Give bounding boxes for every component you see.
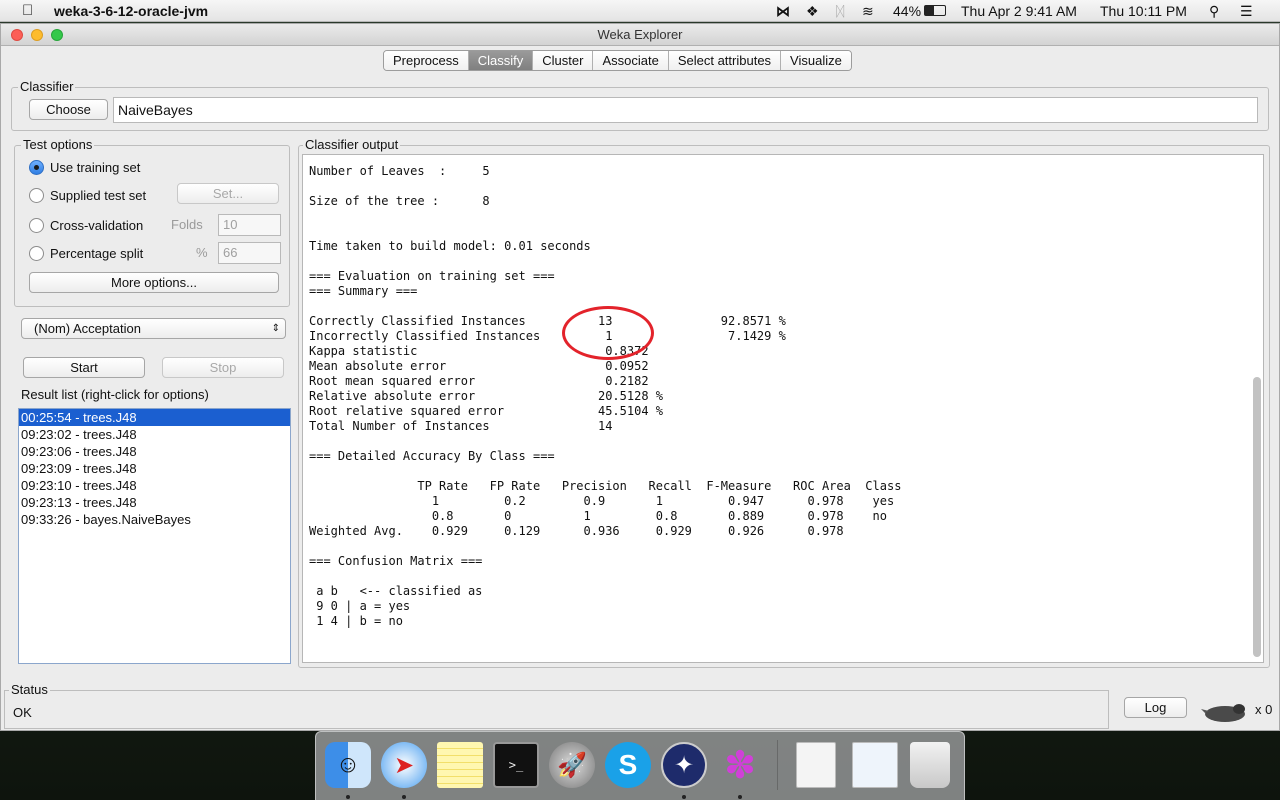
result-item[interactable]: 09:23:13 - trees.J48 xyxy=(19,494,290,511)
notification-center-icon[interactable]: ☰ xyxy=(1240,3,1253,20)
test-options-label: Test options xyxy=(21,137,95,153)
trash-icon[interactable] xyxy=(910,742,950,788)
main-tabs: Preprocess Classify Cluster Associate Se… xyxy=(383,50,852,71)
tab-select-attributes[interactable]: Select attributes xyxy=(668,51,782,70)
classifier-name-field[interactable]: NaiveBayes xyxy=(113,97,1258,123)
title-bar[interactable]: Weka Explorer xyxy=(1,24,1279,46)
menu-bar:  weka-3-6-12-oracle-jvm ⋈ ❖ ᛞ ≋ 44% Thu… xyxy=(0,0,1280,22)
status-text: OK xyxy=(13,705,32,720)
percent-label: % xyxy=(196,245,208,260)
running-indicator xyxy=(402,795,406,799)
more-options-button[interactable]: More options... xyxy=(29,272,279,293)
folds-label: Folds xyxy=(171,217,203,232)
battery-percent[interactable]: 44% xyxy=(893,3,921,19)
percentage-split-input[interactable]: 66 xyxy=(218,242,281,264)
tab-preprocess[interactable]: Preprocess xyxy=(384,51,469,70)
status-icon[interactable]: ⋈ xyxy=(776,3,790,20)
class-attribute-select[interactable]: (Nom) Acceptation ⇕ xyxy=(21,318,286,339)
percentage-split-radio[interactable]: Percentage split xyxy=(29,243,143,263)
spotlight-search-icon[interactable]: ⚲ xyxy=(1209,3,1219,20)
window-title: Weka Explorer xyxy=(597,27,683,42)
running-indicator xyxy=(682,795,686,799)
tab-classify[interactable]: Classify xyxy=(468,51,534,70)
date-time-primary[interactable]: Thu Apr 2 9:41 AM xyxy=(961,3,1077,19)
output-scrollbar[interactable] xyxy=(1252,159,1261,659)
radio-unchecked-icon[interactable] xyxy=(29,245,44,261)
result-list[interactable]: 00:25:54 - trees.J48 09:23:02 - trees.J4… xyxy=(18,408,291,664)
safari-icon[interactable]: ➤ xyxy=(381,742,427,788)
result-item[interactable]: 09:23:02 - trees.J48 xyxy=(19,426,290,443)
result-item[interactable]: 09:33:26 - bayes.NaiveBayes xyxy=(19,511,290,528)
classifier-output-text: Number of Leaves : 5 Size of the tree : … xyxy=(309,164,902,628)
supplied-test-set-radio[interactable]: Supplied test set xyxy=(29,185,146,205)
app-name[interactable]: weka-3-6-12-oracle-jvm xyxy=(54,3,208,19)
apple-menu-icon[interactable]:  xyxy=(22,2,33,19)
weka-explorer-window: Weka Explorer Preprocess Classify Cluste… xyxy=(0,23,1280,731)
result-item[interactable]: 09:23:10 - trees.J48 xyxy=(19,477,290,494)
bluetooth-icon[interactable]: ᛞ xyxy=(836,3,844,19)
wifi-icon[interactable]: ≋ xyxy=(862,3,874,20)
classifier-output-area[interactable]: Number of Leaves : 5 Size of the tree : … xyxy=(302,154,1264,663)
use-training-set-radio[interactable]: Use training set xyxy=(29,157,140,177)
battery-icon[interactable] xyxy=(924,5,946,16)
result-list-label: Result list (right-click for options) xyxy=(19,387,211,403)
classifier-group-label: Classifier xyxy=(18,79,76,95)
classifier-output-label: Classifier output xyxy=(303,137,401,153)
dropbox-icon[interactable]: ❖ xyxy=(806,3,819,20)
terminal-icon[interactable]: >_ xyxy=(493,742,539,788)
status-panel: Status OK xyxy=(4,682,1109,729)
pdf-document-icon[interactable] xyxy=(796,742,836,788)
status-count: x 0 xyxy=(1255,702,1273,717)
tab-cluster[interactable]: Cluster xyxy=(533,51,594,70)
radio-checked-icon[interactable] xyxy=(29,159,44,175)
status-label: Status xyxy=(9,682,50,698)
finder-icon[interactable]: ☺ xyxy=(325,742,371,788)
weka-app-icon[interactable]: ✦ xyxy=(661,742,707,788)
notes-icon[interactable] xyxy=(437,742,483,788)
weka-bird-icon[interactable] xyxy=(1201,699,1247,725)
radio-unchecked-icon[interactable] xyxy=(29,187,44,203)
set-test-set-button[interactable]: Set... xyxy=(177,183,279,204)
supplied-test-set-label: Supplied test set xyxy=(50,187,147,203)
launchpad-icon[interactable]: 🚀 xyxy=(549,742,595,788)
class-attribute-value: (Nom) Acceptation xyxy=(34,321,141,336)
running-indicator xyxy=(738,795,742,799)
select-arrows-icon: ⇕ xyxy=(271,323,280,334)
folds-input[interactable]: 10 xyxy=(218,214,281,236)
running-indicator xyxy=(346,795,350,799)
result-item[interactable]: 09:23:06 - trees.J48 xyxy=(19,443,290,460)
tab-associate[interactable]: Associate xyxy=(593,51,669,70)
percentage-split-label: Percentage split xyxy=(50,245,144,261)
start-button[interactable]: Start xyxy=(23,357,145,378)
dock-separator xyxy=(777,740,778,790)
choose-classifier-button[interactable]: Choose xyxy=(29,99,108,120)
dock: ☺ ➤ >_ 🚀 S ✦ ✽ xyxy=(315,731,965,800)
tab-visualize[interactable]: Visualize xyxy=(781,51,851,70)
stop-button[interactable]: Stop xyxy=(162,357,284,378)
scrollbar-thumb[interactable] xyxy=(1253,377,1261,657)
result-item[interactable]: 09:23:09 - trees.J48 xyxy=(19,460,290,477)
result-item[interactable]: 00:25:54 - trees.J48 xyxy=(19,409,290,426)
cross-validation-radio[interactable]: Cross-validation xyxy=(29,215,143,235)
red-highlight-ellipse xyxy=(562,306,654,360)
date-time-secondary[interactable]: Thu 10:11 PM xyxy=(1100,3,1187,19)
cross-validation-label: Cross-validation xyxy=(50,217,144,233)
flower-app-icon[interactable]: ✽ xyxy=(717,742,763,788)
use-training-set-label: Use training set xyxy=(50,159,141,175)
log-button[interactable]: Log xyxy=(1124,697,1187,718)
radio-unchecked-icon[interactable] xyxy=(29,217,44,233)
downloads-stack-icon[interactable] xyxy=(852,742,898,788)
skype-icon[interactable]: S xyxy=(605,742,651,788)
